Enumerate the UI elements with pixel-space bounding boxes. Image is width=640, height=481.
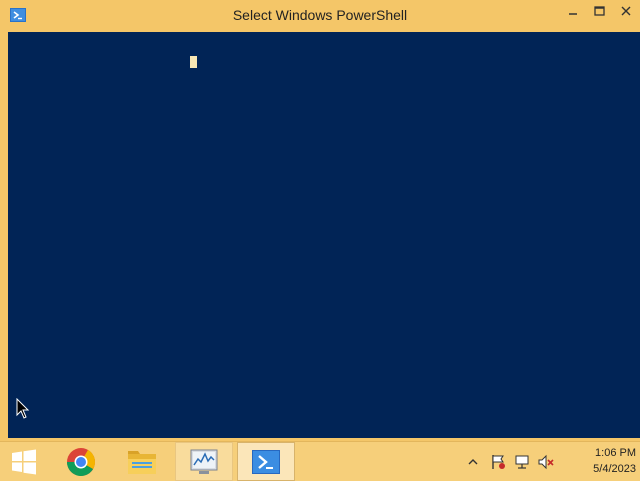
taskbar: 1:06 PM 5/4/2023 (0, 441, 640, 481)
taskbar-file-explorer[interactable] (113, 442, 171, 481)
title-bar[interactable]: Select Windows PowerShell (0, 0, 640, 32)
chrome-icon (67, 447, 95, 476)
clock-date: 5/4/2023 (593, 463, 636, 475)
powershell-window: Select Windows PowerShell (0, 0, 640, 441)
action-center-button[interactable] (488, 442, 508, 481)
powershell-taskbar-icon (252, 449, 280, 474)
start-button[interactable] (0, 442, 48, 481)
system-clock[interactable]: 1:06 PM 5/4/2023 (562, 445, 636, 477)
mouse-pointer-icon (16, 398, 30, 419)
network-icon (515, 455, 529, 469)
console-area[interactable] (8, 32, 640, 438)
taskbar-chrome[interactable] (52, 442, 110, 481)
close-icon (621, 6, 631, 16)
maximize-button[interactable] (586, 0, 612, 22)
show-hidden-icons-button[interactable] (466, 442, 480, 481)
text-cursor (190, 56, 197, 68)
window-title: Select Windows PowerShell (232, 7, 408, 23)
windows-logo-icon (12, 449, 36, 474)
close-button[interactable] (612, 0, 640, 22)
minimize-button[interactable] (560, 0, 586, 22)
volume-button[interactable] (536, 442, 556, 481)
maximize-icon (593, 6, 605, 16)
volume-muted-icon (538, 454, 554, 469)
resource-monitor-icon (190, 449, 218, 474)
taskbar-powershell[interactable] (237, 442, 295, 481)
folder-icon (128, 450, 156, 474)
clock-time: 1:06 PM (595, 447, 636, 459)
taskbar-resource-monitor[interactable] (175, 442, 233, 481)
minimize-icon (569, 13, 577, 15)
action-center-flag-icon (492, 454, 505, 469)
network-button[interactable] (512, 442, 532, 481)
chevron-up-icon (468, 458, 478, 464)
